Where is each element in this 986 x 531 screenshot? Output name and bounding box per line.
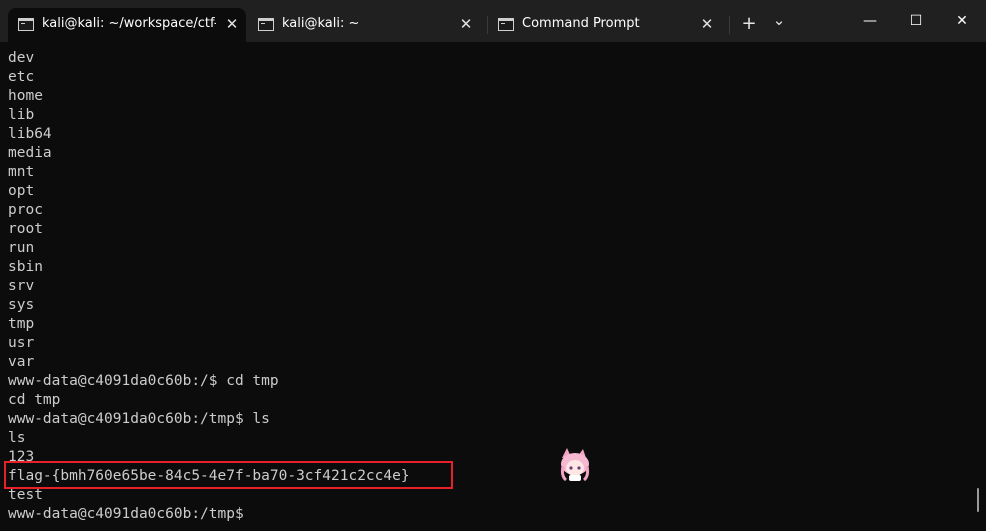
tab-title: Command Prompt: [522, 16, 640, 31]
terminal-line: sys: [8, 297, 35, 313]
terminal-line: tmp: [8, 316, 35, 332]
terminal-line: proc: [8, 202, 43, 218]
tab-command-prompt[interactable]: Command Prompt ✕: [488, 8, 724, 42]
tab-bar: kali@kali: ~/workspace/ctf-ga ✕ kali@kal…: [0, 0, 986, 42]
terminal-window: kali@kali: ~/workspace/ctf-ga ✕ kali@kal…: [0, 0, 986, 531]
tab-title: kali@kali: ~: [282, 16, 360, 31]
tab-title: kali@kali: ~/workspace/ctf-ga: [42, 16, 216, 31]
terminal-icon: [18, 18, 34, 31]
flag-highlight-box: [4, 461, 453, 489]
minimize-button[interactable]: —: [855, 8, 885, 34]
terminal-line: etc: [8, 69, 35, 85]
close-window-button[interactable]: ✕: [947, 8, 977, 34]
close-tab-icon[interactable]: ✕: [697, 14, 717, 34]
terminal-icon: [498, 18, 514, 31]
tab-kali-home[interactable]: kali@kali: ~ ✕: [248, 8, 484, 42]
terminal-line: usr: [8, 335, 35, 351]
dropdown-menu-button[interactable]: ⌄: [768, 8, 790, 32]
terminal-output[interactable]: dev etc home lib lib64 media mnt opt proc root run…: [0, 42, 986, 531]
maximize-button[interactable]: ☐: [901, 8, 931, 34]
terminal-line: run: [8, 240, 35, 256]
terminal-line: dev: [8, 50, 35, 66]
new-tab-button[interactable]: +: [738, 12, 760, 36]
terminal-line: sbin: [8, 259, 43, 275]
terminal-line: mnt: [8, 164, 35, 180]
tab-divider: [729, 16, 730, 34]
terminal-icon: [258, 18, 274, 31]
terminal-line: lib: [8, 107, 35, 123]
close-tab-icon[interactable]: ✕: [456, 14, 476, 34]
terminal-line: www-data@c4091da0c60b:/tmp$: [8, 506, 244, 522]
close-tab-icon[interactable]: ✕: [222, 14, 242, 34]
terminal-line: root: [8, 221, 43, 237]
terminal-line: home: [8, 88, 43, 104]
terminal-line: lib64: [8, 126, 52, 142]
scrollbar-thumb[interactable]: [977, 488, 979, 512]
terminal-line: var: [8, 354, 35, 370]
terminal-lines: dev etc home lib lib64 media mnt opt proc root run…: [8, 49, 410, 524]
terminal-line: www-data@c4091da0c60b:/$ cd tmp: [8, 373, 279, 389]
anime-mascot-image: [560, 448, 590, 482]
terminal-line: srv: [8, 278, 35, 294]
terminal-line: www-data@c4091da0c60b:/tmp$ ls: [8, 411, 270, 427]
tab-kali-workspace[interactable]: kali@kali: ~/workspace/ctf-ga ✕: [8, 8, 246, 42]
terminal-line: cd tmp: [8, 392, 61, 408]
terminal-line: media: [8, 145, 52, 161]
terminal-line: ls: [8, 430, 26, 446]
terminal-line: opt: [8, 183, 35, 199]
